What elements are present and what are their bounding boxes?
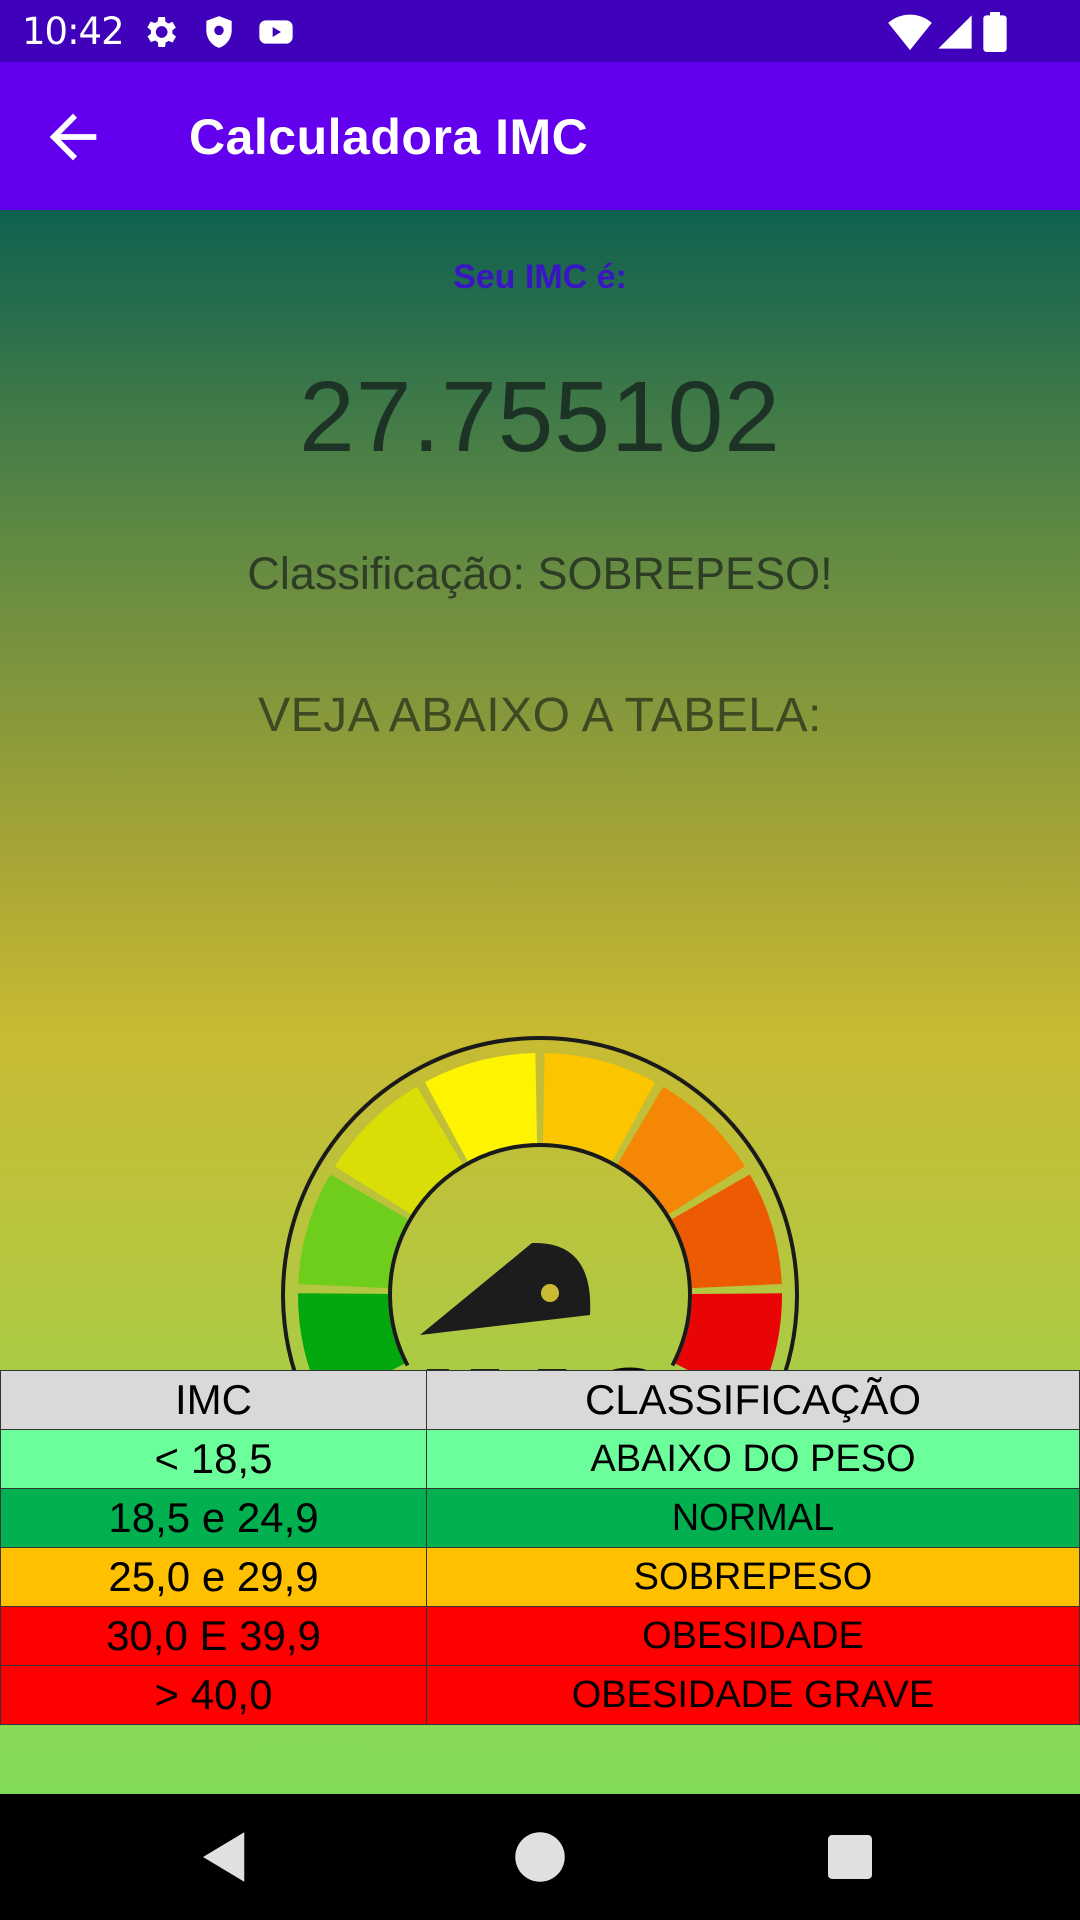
needle-shape — [420, 1242, 591, 1335]
home-circle-icon[interactable] — [507, 1824, 573, 1890]
table-row: 25,0 e 29,9 SOBREPESO — [0, 1547, 1080, 1607]
battery-icon — [983, 12, 1007, 52]
signal-icon — [938, 15, 972, 49]
app-title: Calculadora IMC — [189, 109, 589, 165]
shield-icon — [206, 16, 232, 48]
status-bar: 10:42 — [0, 0, 1080, 62]
table-row: < 18,5 ABAIXO DO PESO — [0, 1429, 1080, 1489]
status-time: 10:42 — [22, 10, 125, 53]
needle-pivot — [541, 1284, 559, 1302]
imc-value: 27.755102 — [299, 361, 781, 473]
table-cell-imc: > 40,0 — [0, 1665, 427, 1725]
table-heading: VEJA ABAIXO A TABELA: — [258, 689, 822, 742]
imc-label: Seu IMC é: — [453, 258, 627, 296]
imc-table: IMC CLASSIFICAÇÃO < 18,5 ABAIXO DO PESO … — [0, 1370, 1080, 1725]
table-cell-classification: OBESIDADE — [426, 1606, 1080, 1666]
header-imc: IMC — [0, 1370, 427, 1430]
navigation-bar — [0, 1794, 1080, 1920]
table-cell-imc: 18,5 e 24,9 — [0, 1488, 427, 1548]
table-cell-imc: 30,0 E 39,9 — [0, 1606, 427, 1666]
table-row: 30,0 E 39,9 OBESIDADE — [0, 1606, 1080, 1666]
table-cell-classification: ABAIXO DO PESO — [426, 1429, 1080, 1489]
recents-square-icon[interactable] — [817, 1824, 883, 1890]
table-cell-classification: SOBREPESO — [426, 1547, 1080, 1607]
gauge-needle — [420, 1242, 591, 1335]
table-cell-classification: OBESIDADE GRAVE — [426, 1665, 1080, 1725]
table-row: > 40,0 OBESIDADE GRAVE — [0, 1665, 1080, 1725]
table-row: 18,5 e 24,9 NORMAL — [0, 1488, 1080, 1548]
wifi-icon — [888, 14, 932, 51]
table-cell-imc: 25,0 e 29,9 — [0, 1547, 427, 1607]
back-triangle-icon[interactable] — [192, 1824, 258, 1890]
table-cell-classification: NORMAL — [426, 1488, 1080, 1548]
arrow-left-icon[interactable] — [38, 102, 108, 172]
classification-text: Classificação: SOBREPESO! — [247, 548, 833, 599]
table-header-row: IMC CLASSIFICAÇÃO — [0, 1370, 1080, 1430]
table-cell-imc: < 18,5 — [0, 1429, 427, 1489]
youtube-icon — [259, 20, 293, 44]
app-bar: Calculadora IMC — [0, 62, 1080, 210]
header-classificacao: CLASSIFICAÇÃO — [426, 1370, 1080, 1430]
gear-icon — [147, 17, 176, 47]
result-screen: Seu IMC é: 27.755102 Classificação: SOBR… — [0, 210, 1080, 1794]
